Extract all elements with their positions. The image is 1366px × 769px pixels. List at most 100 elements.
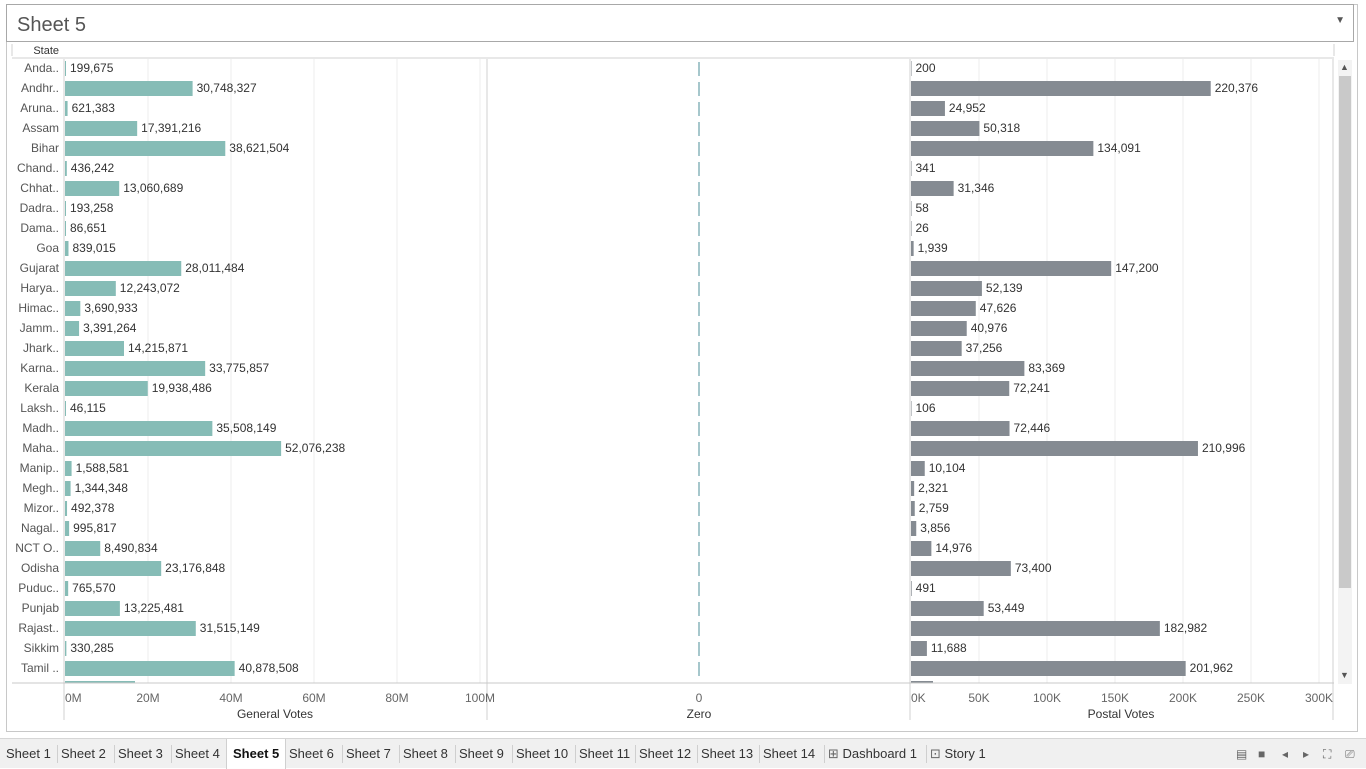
postal-bar (911, 521, 917, 536)
state-label: Tamil .. (21, 661, 59, 675)
postal-tick-label: 150K (1101, 691, 1129, 705)
tab-label: Sheet 6 (289, 746, 334, 761)
tab-story-1[interactable]: ⊡ Story 1 (930, 746, 986, 762)
general-tick-label: 80M (385, 691, 408, 705)
scroll-up-icon[interactable]: ▲ (1340, 62, 1349, 72)
general-value-label: 35,508,149 (216, 421, 276, 435)
postal-bar (911, 161, 912, 176)
postal-bar (911, 101, 945, 116)
tab-sheet-6[interactable]: Sheet 6 (289, 746, 334, 761)
state-label: Rajast.. (18, 621, 59, 635)
general-bar (65, 201, 66, 216)
postal-bar (911, 241, 914, 256)
general-value-label: 995,817 (73, 521, 117, 535)
tab-sheet-13[interactable]: Sheet 13 (701, 746, 753, 761)
state-label: Himac.. (18, 301, 59, 315)
scrollbar-thumb[interactable] (1339, 76, 1351, 588)
general-bar (65, 361, 206, 376)
postal-value-label: 73,400 (1015, 561, 1052, 575)
general-bar (65, 541, 101, 556)
general-value-label: 52,076,238 (285, 441, 345, 455)
state-label: Megh.. (22, 481, 59, 495)
state-label: Anda.. (24, 61, 59, 75)
postal-bar (911, 201, 912, 216)
state-label: Goa (36, 241, 59, 255)
tab-sheet-9[interactable]: Sheet 9 (459, 746, 504, 761)
state-label: Madh.. (22, 421, 59, 435)
general-bar (65, 421, 213, 436)
general-bar (65, 481, 71, 496)
state-label: Laksh.. (20, 401, 59, 415)
tab-dashboard-1[interactable]: ⊞ Dashboard 1 (828, 746, 917, 762)
tab-sheet-8[interactable]: Sheet 8 (403, 746, 448, 761)
general-value-label: 1,588,581 (76, 461, 130, 475)
postal-value-label: 3,856 (920, 521, 950, 535)
postal-value-label: 2,321 (918, 481, 948, 495)
postal-value-label: 106 (916, 401, 936, 415)
tab-sheet-2[interactable]: Sheet 2 (61, 746, 106, 761)
general-tick-label: 20M (136, 691, 159, 705)
tab-sheet-10[interactable]: Sheet 10 (516, 746, 568, 761)
state-label: Jamm.. (20, 321, 59, 335)
postal-value-label: 2,759 (919, 501, 949, 515)
state-label: Harya.. (20, 281, 59, 295)
general-value-label: 193,258 (70, 201, 114, 215)
tab-sheet-7[interactable]: Sheet 7 (346, 746, 391, 761)
postal-bar (911, 601, 984, 616)
postal-bar (911, 361, 1025, 376)
general-value-label: 3,391,264 (83, 321, 137, 335)
general-bar (65, 161, 67, 176)
general-bar (65, 241, 69, 256)
next-icon[interactable]: ▸ (1303, 747, 1309, 761)
tab-sheet-11[interactable]: Sheet 11 (579, 746, 630, 761)
postal-value-label: 201,962 (1190, 661, 1234, 675)
tab-divider (57, 745, 58, 763)
tab-sheet-14[interactable]: Sheet 14 (763, 746, 815, 761)
fullscreen-icon[interactable]: ⛶ (1323, 747, 1331, 762)
state-label: Jhark.. (23, 341, 59, 355)
postal-tick-label: 0K (911, 691, 926, 705)
general-bar (65, 101, 68, 116)
general-value-label: 765,570 (72, 581, 116, 595)
prev-icon[interactable]: ◂ (1282, 747, 1288, 761)
general-bar (65, 341, 124, 356)
general-value-label: 33,775,857 (209, 361, 269, 375)
postal-value-label: 26 (916, 221, 930, 235)
state-label: Odisha (21, 561, 59, 575)
tab-sheet-1[interactable]: Sheet 1 (6, 746, 51, 761)
list-view-icon[interactable]: ■ (1258, 747, 1265, 761)
grid-view-icon[interactable]: ▤ (1236, 747, 1247, 761)
postal-bar (911, 621, 1160, 636)
tab-sheet-4[interactable]: Sheet 4 (175, 746, 220, 761)
tab-sheet-12[interactable]: Sheet 12 (639, 746, 691, 761)
tab-sheet-5[interactable]: Sheet 5 (226, 739, 287, 769)
scroll-down-icon[interactable]: ▼ (1340, 670, 1349, 680)
postal-value-label: 134,091 (1097, 141, 1141, 155)
general-tick-label: 60M (302, 691, 325, 705)
present-icon[interactable]: ⎚ (1345, 747, 1355, 762)
postal-bar (911, 321, 967, 336)
general-bar (65, 181, 120, 196)
general-value-label: 199,675 (70, 61, 114, 75)
postal-value-label: 83,369 (1028, 361, 1065, 375)
general-value-label: 3,690,933 (84, 301, 138, 315)
general-tick-label: 100M (465, 691, 495, 705)
state-label: Bihar (31, 141, 59, 155)
bar-chart: State Anda.. 199,675 200 Andhr.. 30,748,327 22… (11, 44, 1335, 721)
postal-value-label: 14,976 (935, 541, 972, 555)
postal-value-label: 31,346 (958, 181, 995, 195)
general-bar (65, 401, 66, 416)
postal-value-label: 210,996 (1202, 441, 1246, 455)
postal-bar (911, 301, 976, 316)
state-label: Manip.. (20, 461, 59, 475)
postal-tick-label: 300K (1305, 691, 1333, 705)
general-value-label: 23,176,848 (165, 561, 225, 575)
state-label: Aruna.. (20, 101, 59, 115)
general-value-label: 330,285 (70, 641, 114, 655)
postal-value-label: 200 (916, 61, 936, 75)
postal-value-label: 72,446 (1014, 421, 1051, 435)
tab-sheet-3[interactable]: Sheet 3 (118, 746, 163, 761)
row-header-label: State (33, 45, 59, 57)
general-bar (65, 321, 80, 336)
general-bar (65, 621, 196, 636)
